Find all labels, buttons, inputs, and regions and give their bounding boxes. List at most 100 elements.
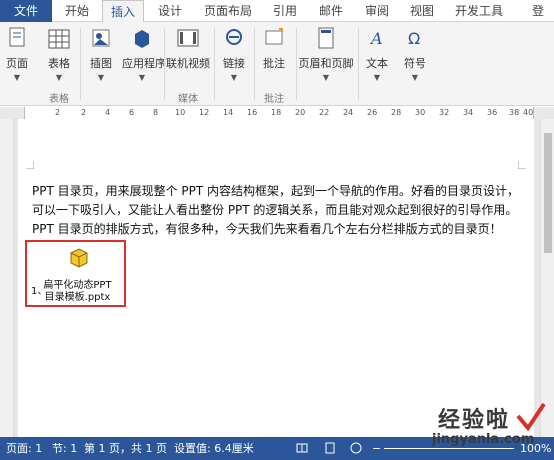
table-icon	[48, 29, 70, 49]
status-section[interactable]: 节: 1	[52, 437, 77, 460]
header-footer-icon	[318, 27, 334, 49]
chevron-down-icon: ▼	[373, 73, 381, 82]
symbols-button[interactable]: Ω 符号 ▼	[400, 26, 430, 83]
symbols-label: 符号	[404, 57, 426, 70]
links-button[interactable]: 链接 ▼	[218, 26, 250, 83]
vertical-scrollbar[interactable]	[540, 119, 554, 437]
checkmark-icon	[516, 402, 546, 432]
text-button[interactable]: A 文本 ▼	[362, 26, 392, 83]
apps-button[interactable]: 应用程序 ▼	[122, 26, 166, 83]
omega-icon: Ω	[408, 29, 420, 48]
ribbon-insert: 页面 ▼ 表格 ▼ 插图 ▼ 应用程序 ▼ 联机视频 链接 ▼ 批注 页眉和页脚…	[0, 22, 554, 106]
comment-icon	[265, 28, 283, 45]
ruler-number: 26	[367, 108, 378, 117]
tab-design[interactable]: 设计	[150, 0, 190, 22]
pages-button[interactable]: 页面 ▼	[2, 26, 32, 83]
group-divider	[164, 28, 165, 100]
web-layout-icon[interactable]	[350, 442, 362, 454]
margin-corner-mark	[518, 161, 526, 169]
video-icon	[177, 29, 199, 47]
chevron-down-icon: ▼	[230, 73, 238, 82]
document-page[interactable]: PPT 目录页，用来展现整个 PPT 内容结构框架，起到一个导航的作用。好看的目…	[18, 119, 534, 437]
ruler-number: 24	[343, 108, 354, 117]
tab-references[interactable]: 引用	[266, 0, 304, 22]
comment-label: 批注	[263, 57, 285, 70]
paragraph-line: 可以一下吸引人，又能让人看出整份 PPT 的逻辑关系，而且能对观众起到很好的引导…	[32, 203, 518, 217]
tab-sign-in[interactable]: 登	[524, 0, 552, 22]
body-paragraph[interactable]: PPT 目录页，用来展现整个 PPT 内容结构框架，起到一个导航的作用。好看的目…	[32, 182, 530, 239]
ruler-number: 2	[81, 108, 87, 117]
ruler-number: 22	[319, 108, 330, 117]
paragraph-line: PPT 目录页，用来展现整个 PPT 内容结构框架，起到一个导航的作用。好看的目…	[32, 184, 520, 198]
illustrations-button[interactable]: 插图 ▼	[86, 26, 116, 83]
text-icon: A	[369, 29, 383, 48]
ruler-number: 18	[271, 108, 282, 117]
ruler-number: 2	[55, 108, 61, 117]
chevron-down-icon: ▼	[97, 73, 105, 82]
illustrations-icon	[92, 29, 110, 47]
print-layout-icon[interactable]	[324, 442, 336, 454]
tab-developer[interactable]: 开发工具	[448, 0, 510, 22]
ruler-number: 14	[223, 108, 234, 117]
ruler-number: 6	[129, 108, 135, 117]
tab-insert[interactable]: 插入	[102, 0, 144, 23]
status-page-count[interactable]: 第 1 页，共 1 页	[84, 437, 167, 460]
apps-icon	[135, 30, 149, 48]
vertical-ruler[interactable]	[0, 119, 14, 437]
horizontal-ruler[interactable]: 2 2 4 6 8 10 12 14 16 18 20 22 24 26 28 …	[0, 107, 554, 119]
ruler-number: 36	[487, 108, 498, 117]
watermark-title: 经验啦	[438, 408, 511, 433]
document-canvas: PPT 目录页，用来展现整个 PPT 内容结构框架，起到一个导航的作用。好看的目…	[14, 119, 540, 437]
group-label-comments: 批注	[264, 94, 284, 105]
ruler-number: 28	[391, 108, 402, 117]
apps-label: 应用程序	[122, 57, 166, 70]
comment-button[interactable]: 批注	[258, 26, 290, 70]
group-divider	[296, 28, 297, 100]
status-page[interactable]: 页面: 1	[6, 437, 42, 460]
embedded-file-object[interactable]: 1、 扁平化动态PPT 目录模板.pptx	[25, 240, 126, 307]
chevron-down-icon: ▼	[55, 73, 63, 82]
read-mode-icon[interactable]	[296, 442, 308, 454]
ruler-number: 8	[153, 108, 159, 117]
status-setting[interactable]: 设置值: 6.4厘米	[174, 437, 254, 460]
header-footer-button[interactable]: 页眉和页脚 ▼	[298, 26, 354, 83]
tab-file[interactable]: 文件	[0, 0, 52, 22]
chevron-down-icon: ▼	[322, 73, 330, 82]
ruler-number: 32	[439, 108, 450, 117]
tab-mailings[interactable]: 邮件	[312, 0, 350, 22]
svg-text:Ω: Ω	[408, 29, 420, 48]
zoom-minus-icon[interactable]: −	[372, 437, 381, 460]
ruler-number: 38	[509, 108, 520, 117]
ruler-number: 34	[463, 108, 474, 117]
group-label-media: 媒体	[178, 94, 198, 105]
margin-corner-mark	[26, 161, 34, 169]
watermark-url: jingyanla.com	[432, 432, 535, 447]
ribbon-tab-bar: 文件 开始 插入 设计 页面布局 引用 邮件 审阅 视图 开发工具 登	[0, 0, 554, 23]
svg-text:A: A	[369, 29, 383, 48]
package-file-icon	[70, 248, 88, 268]
online-video-button[interactable]: 联机视频	[166, 26, 210, 70]
ruler-text-area: 2 2 4 6 8 10 12 14 16 18 20 22 24 26 28 …	[24, 107, 534, 119]
ruler-number: 4	[105, 108, 111, 117]
illustrations-label: 插图	[90, 57, 112, 70]
group-label-table: 表格	[49, 94, 69, 105]
text-label: 文本	[366, 57, 388, 70]
chevron-down-icon: ▼	[411, 73, 419, 82]
group-divider	[214, 28, 215, 100]
ruler-number: 12	[199, 108, 210, 117]
ruler-number: 16	[247, 108, 258, 117]
tab-review[interactable]: 审阅	[358, 0, 396, 22]
ruler-number: 30	[415, 108, 426, 117]
scrollbar-thumb[interactable]	[544, 133, 552, 253]
pages-icon	[9, 27, 25, 47]
tab-view[interactable]: 视图	[402, 0, 442, 22]
ruler-number: 40	[523, 108, 534, 117]
group-divider	[80, 28, 81, 100]
file-name-line-2: 目录模板.pptx	[44, 292, 111, 303]
ruler-number: 10	[175, 108, 186, 117]
table-label: 表格	[48, 57, 70, 70]
tab-home[interactable]: 开始	[56, 0, 98, 22]
table-button[interactable]: 表格 ▼	[44, 26, 74, 83]
chevron-down-icon: ▼	[138, 73, 146, 82]
tab-page-layout[interactable]: 页面布局	[198, 0, 258, 22]
